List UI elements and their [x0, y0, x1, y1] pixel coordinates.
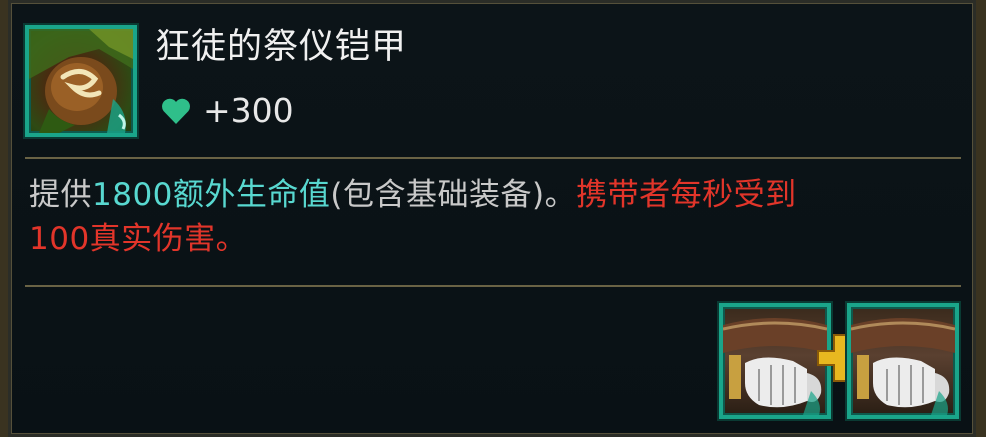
- description-base-note: (包含基础装备)。: [330, 177, 577, 213]
- header-divider: [25, 157, 961, 159]
- ritual-armor-icon: [25, 25, 137, 137]
- heart-icon: [162, 98, 190, 124]
- recipe-component-giants-belt-1[interactable]: [719, 303, 831, 419]
- health-stat-value: +300: [203, 91, 294, 130]
- description-divider: [25, 285, 961, 287]
- item-description: 提供1800额外生命值(包含基础装备)。携带者每秒受到 100真实伤害。: [29, 173, 949, 261]
- health-stat: +300: [161, 89, 294, 133]
- description-damage-warning: 携带者每秒受到: [576, 177, 797, 213]
- item-tooltip: 狂徒的祭仪铠甲 +300 提供1800额外生命值(包含基础装备)。携带者每秒受到…: [8, 0, 976, 437]
- recipe-component-giants-belt-2[interactable]: [847, 303, 959, 419]
- description-damage-amount: 100真实伤害。: [29, 221, 248, 257]
- giants-belt-icon: [723, 318, 827, 415]
- item-name: 狂徒的祭仪铠甲: [155, 27, 408, 67]
- description-prefix: 提供: [29, 177, 92, 213]
- description-health-bonus: 1800额外生命值: [92, 177, 331, 213]
- giants-belt-icon: [851, 318, 955, 415]
- ritual-armor-icon-art: [29, 29, 133, 133]
